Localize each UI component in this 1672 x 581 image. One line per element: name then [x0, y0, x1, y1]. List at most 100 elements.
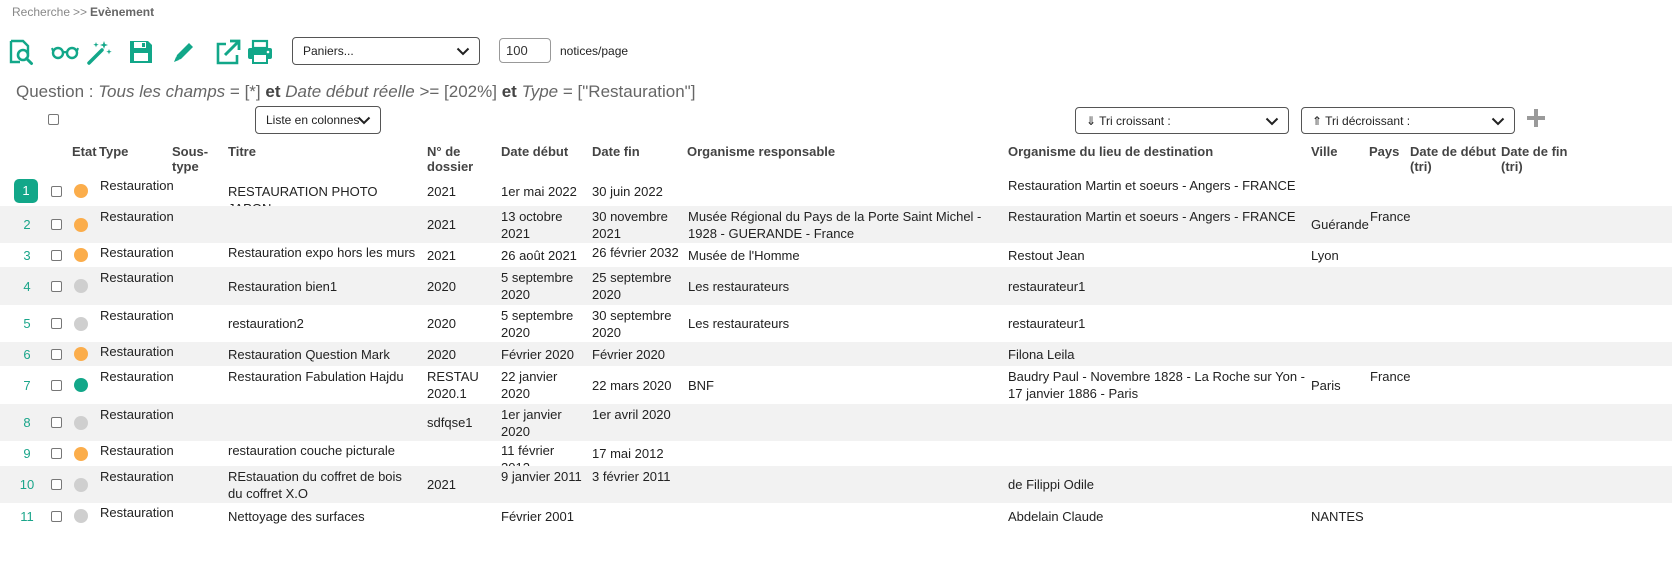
display-mode-select[interactable]: Liste en colonnes	[255, 106, 381, 134]
row-checkbox[interactable]	[51, 249, 62, 261]
pencil-icon[interactable]	[170, 38, 198, 66]
cell-pays: France	[1370, 369, 1411, 384]
magic-wand-icon[interactable]	[85, 38, 113, 66]
question-and-2: et	[501, 82, 517, 101]
cell-orgresp: Les restaurateurs	[688, 316, 790, 331]
cell-datedebut: 26 août 2021	[501, 247, 577, 263]
save-icon[interactable]	[127, 38, 155, 66]
cell-orgdest: restaurateur1	[1008, 316, 1086, 331]
cell-orgdest: Restout Jean	[1008, 247, 1085, 263]
col-header-ville[interactable]: Ville	[1311, 144, 1338, 159]
cell-datefin: 30 novembre 2021	[592, 208, 668, 241]
cell-titre: Restauration Fabulation Hajdu	[228, 369, 404, 384]
col-header-orgdest[interactable]: Organisme du lieu de destination	[1008, 144, 1213, 159]
col-header-datedebut[interactable]: Date début	[501, 144, 568, 159]
status-dot-icon	[74, 217, 88, 232]
per-page-input[interactable]	[499, 38, 551, 63]
col-header-pays[interactable]: Pays	[1369, 144, 1399, 159]
question-value-1: [*]	[244, 82, 261, 101]
chevron-down-icon	[1491, 117, 1505, 126]
sort-ascending-select[interactable]: ⇓ Tri croissant :	[1075, 107, 1289, 134]
cell-datefin: 30 juin 2022	[592, 183, 663, 199]
row-checkbox[interactable]	[51, 417, 62, 428]
table-row[interactable]: 1RestaurationRESTAURATION PHOTO JAPON202…	[0, 176, 1672, 216]
col-header-orgresp[interactable]: Organisme responsable	[687, 144, 835, 159]
print-icon[interactable]	[246, 38, 274, 66]
table-row[interactable]: 7 Restauration Restauration Fabulation Haj…	[0, 366, 1672, 404]
row-checkbox[interactable]	[51, 510, 62, 522]
cell-datefin: Février 2020	[592, 346, 665, 362]
plus-icon	[1527, 109, 1545, 127]
search-document-icon[interactable]	[6, 38, 34, 66]
table-row[interactable]: 6 Restauration Restauration Question Mark 2…	[0, 342, 1672, 366]
cell-datedebut: 5 septembre 2020	[501, 270, 574, 302]
row-number[interactable]: 10	[12, 476, 42, 493]
question-field-1: Tous les champs	[98, 82, 226, 101]
row-checkbox[interactable]	[51, 185, 62, 197]
chevron-down-icon	[456, 47, 470, 56]
status-dot-icon	[74, 279, 88, 293]
breadcrumb-root-link[interactable]: Recherche	[12, 5, 70, 19]
row-number[interactable]: 8	[12, 414, 42, 431]
cell-dossier: 2021	[427, 183, 456, 199]
cell-orgresp: Musée de l'Homme	[688, 247, 800, 263]
row-checkbox[interactable]	[51, 379, 62, 391]
row-number[interactable]: 3	[12, 247, 42, 264]
table-row[interactable]: 10 Restauration REstauation du coffret de …	[0, 466, 1672, 503]
cell-datefin: 26 février 2032	[592, 245, 679, 260]
col-header-datefin-tri[interactable]: Date de fin (tri)	[1501, 144, 1571, 174]
col-header-dossier[interactable]: N° de dossier	[427, 144, 482, 174]
row-checkbox[interactable]	[51, 280, 62, 292]
glasses-icon[interactable]	[51, 38, 79, 66]
row-checkbox[interactable]	[51, 348, 62, 360]
row-number[interactable]: 5	[12, 315, 42, 332]
cell-type: Restauration	[100, 245, 174, 260]
row-number[interactable]: 6	[12, 346, 42, 363]
cell-dossier: sdfqse1	[427, 415, 473, 430]
table-row[interactable]: 4 Restauration Restauration bien1 2020 5 sep…	[0, 267, 1672, 305]
row-number[interactable]: 11	[12, 508, 42, 525]
cell-type: Restauration	[100, 307, 174, 323]
col-header-titre[interactable]: Titre	[228, 144, 256, 159]
status-dot-icon	[74, 347, 88, 361]
breadcrumb: Recherche >> Evènement	[12, 5, 154, 19]
table-row[interactable]: 2 Restauration 2021 13 octobre 2021 30 novem…	[0, 206, 1672, 243]
select-all-checkbox[interactable]	[48, 114, 59, 125]
col-header-etat[interactable]: Etat	[72, 144, 97, 159]
col-header-soustype[interactable]: Sous-type	[172, 144, 212, 174]
table-row[interactable]: 11 Restauration Nettoyage des surfaces Févr…	[0, 503, 1672, 529]
add-sort-button[interactable]	[1524, 106, 1548, 130]
row-checkbox[interactable]	[51, 448, 62, 459]
table-row[interactable]: 9 Restauration restauration couche pictura…	[0, 441, 1672, 475]
row-number[interactable]: 7	[12, 377, 42, 394]
row-number[interactable]: 9	[12, 445, 42, 462]
sort-descending-select[interactable]: ⇑ Tri décroissant :	[1301, 107, 1515, 134]
row-checkbox[interactable]	[51, 219, 62, 230]
breadcrumb-separator: >>	[73, 5, 88, 19]
cell-orgdest: Baudry Paul - Novembre 1828 - La Roche s…	[1008, 369, 1306, 401]
question-op-1: =	[229, 82, 240, 101]
table-row[interactable]: 8 Restauration sdfqse1 1er janvier 2020 1er …	[0, 404, 1672, 441]
cell-type: Restauration	[100, 406, 174, 422]
col-header-datefin[interactable]: Date fin	[592, 144, 640, 159]
cell-dossier: 2021	[427, 217, 456, 232]
row-checkbox[interactable]	[51, 318, 62, 329]
breadcrumb-current: Evènement	[90, 5, 155, 19]
col-header-datedebut-tri[interactable]: Date de début (tri)	[1410, 144, 1498, 174]
table-row[interactable]: 3 Restauration Restauration expo hors les …	[0, 243, 1672, 267]
row-number[interactable]: 2	[12, 216, 42, 233]
cell-type: Restauration	[100, 344, 174, 359]
cell-datedebut: 1er mai 2022	[501, 183, 577, 199]
table-row[interactable]: 5 Restauration restauration2 2020 5 septembr…	[0, 305, 1672, 342]
display-mode-value: Liste en colonnes	[266, 113, 360, 127]
question-and-1: et	[265, 82, 281, 101]
baskets-select[interactable]: Paniers...	[292, 37, 480, 65]
cell-datedebut: 22 janvier 2020	[501, 369, 558, 401]
row-checkbox[interactable]	[51, 479, 62, 490]
export-icon[interactable]	[214, 38, 242, 66]
row-number[interactable]: 4	[12, 278, 42, 295]
status-dot-icon	[74, 248, 88, 262]
col-header-type[interactable]: Type	[99, 144, 128, 159]
row-number[interactable]: 1	[14, 179, 38, 203]
sort-ascending-value: ⇓ Tri croissant :	[1086, 113, 1171, 128]
